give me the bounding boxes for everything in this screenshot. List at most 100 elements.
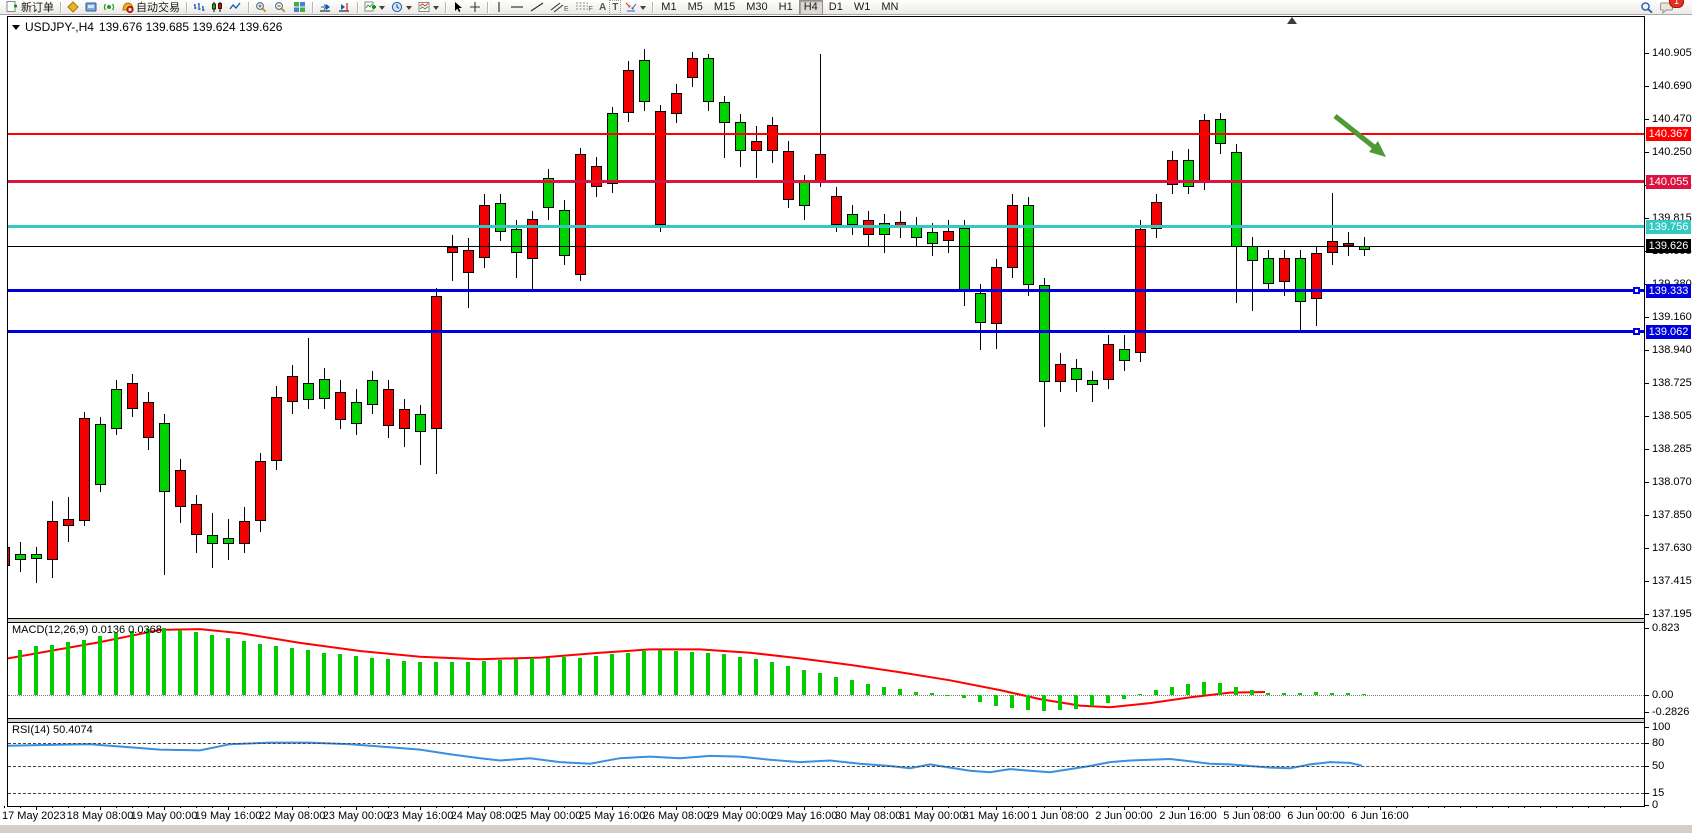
horizontal-line-button[interactable] [507, 0, 527, 15]
time-minor-tick [516, 806, 517, 808]
crosshair-button[interactable] [466, 0, 484, 15]
zoom-in-button[interactable] [252, 0, 271, 15]
time-minor-tick [1556, 806, 1557, 808]
time-minor-tick [212, 806, 213, 808]
time-tick-label: 19 May 00:00 [131, 810, 198, 822]
macd-tick-label: 0.00 [1652, 689, 1673, 701]
candlestick-button[interactable] [208, 0, 226, 15]
indicators-button[interactable] [361, 0, 388, 15]
time-minor-tick [1300, 806, 1301, 808]
macd-bar [162, 628, 166, 695]
timeframe-button-h1[interactable]: H1 [774, 0, 798, 15]
symbol-timeframe-label: USDJPY-,H4 [25, 20, 94, 34]
channel-icon [550, 1, 564, 13]
time-minor-tick [1076, 806, 1077, 808]
time-minor-tick [1492, 806, 1493, 808]
timeframe-button-m30[interactable]: M30 [741, 0, 772, 15]
time-minor-tick [564, 806, 565, 808]
macd-bar [274, 646, 278, 695]
timeframe-button-m5[interactable]: M5 [683, 0, 708, 15]
trendline-button[interactable] [527, 0, 547, 15]
price-badge: 139.626 [1646, 239, 1691, 253]
time-minor-tick [948, 806, 949, 808]
time-minor-tick [1588, 806, 1589, 808]
macd-bar [978, 695, 982, 702]
time-minor-tick [532, 806, 533, 808]
objects-button[interactable] [64, 0, 82, 15]
equidistant-channel-button[interactable]: E [547, 0, 572, 15]
price-line[interactable] [8, 133, 1644, 135]
time-minor-tick [340, 806, 341, 808]
time-minor-tick [1396, 806, 1397, 808]
search-icon[interactable] [1640, 1, 1654, 14]
macd-bar [1362, 694, 1366, 695]
notifications-button[interactable]: 1 [1660, 1, 1684, 14]
symbol-expander-icon[interactable] [12, 25, 20, 34]
time-tick-label: 29 May 16:00 [771, 810, 838, 822]
macd-bar [1026, 695, 1030, 710]
terminal-button[interactable] [82, 0, 100, 15]
tile-windows-icon [293, 1, 306, 13]
price-line[interactable] [8, 225, 1644, 228]
macd-tick-label: 0.823 [1652, 622, 1680, 634]
time-minor-tick [1460, 806, 1461, 808]
time-minor-tick [500, 806, 501, 808]
rsi-tick [1644, 766, 1649, 767]
time-tick-label: 25 May 16:00 [579, 810, 646, 822]
text-tool-button[interactable]: A [596, 0, 609, 15]
price-tick [1644, 53, 1649, 54]
price-line[interactable] [8, 180, 1644, 183]
timeframe-button-w1[interactable]: W1 [849, 0, 876, 15]
time-tick-label: 26 May 08:00 [643, 810, 710, 822]
zoom-out-button[interactable] [271, 0, 290, 15]
line-chart-button[interactable] [226, 0, 245, 15]
macd-bar [450, 662, 454, 695]
time-minor-tick [1620, 806, 1621, 808]
cursor-button[interactable] [449, 0, 466, 15]
new-order-button[interactable]: 新订单 [3, 0, 57, 15]
bar-chart-button[interactable] [190, 0, 208, 15]
timeframe-button-m1[interactable]: M1 [656, 0, 681, 15]
text-label-tool-button[interactable]: T [609, 0, 621, 15]
signals-button[interactable] [100, 0, 118, 15]
rsi-tick-label: 100 [1652, 721, 1670, 733]
price-tick-label: 138.940 [1652, 344, 1692, 356]
arrows-tool-button[interactable] [621, 0, 649, 15]
timeframe-button-d1[interactable]: D1 [824, 0, 848, 15]
fibonacci-button[interactable]: F [572, 0, 596, 15]
periods-button[interactable] [388, 0, 415, 15]
macd-bar [402, 661, 406, 695]
templates-button[interactable] [415, 0, 442, 15]
price-line[interactable] [8, 246, 1644, 247]
arrows-icon [624, 1, 638, 13]
chart-shift-button[interactable] [335, 0, 354, 15]
channel-label: E [564, 6, 569, 13]
price-tick [1644, 416, 1649, 417]
line-handle[interactable] [1633, 287, 1640, 294]
vertical-line-button[interactable] [491, 0, 507, 15]
macd-zero-line [8, 695, 1644, 696]
macd-bar [114, 633, 118, 695]
time-minor-tick [436, 806, 437, 808]
time-tick-label: 31 May 16:00 [963, 810, 1030, 822]
timeframe-button-mn[interactable]: MN [876, 0, 903, 15]
price-line[interactable] [8, 289, 1644, 292]
timeframe-button-h4[interactable]: H4 [799, 0, 823, 15]
macd-bar [882, 687, 886, 695]
price-tick [1644, 548, 1649, 549]
macd-tick [1644, 695, 1649, 696]
auto-trade-label: 自动交易 [136, 0, 180, 15]
time-minor-tick [724, 806, 725, 808]
timeframe-button-m15[interactable]: M15 [709, 0, 740, 15]
price-line[interactable] [8, 330, 1644, 333]
macd-bar [66, 642, 70, 695]
rsi-level-line [8, 793, 1644, 794]
time-minor-tick [468, 806, 469, 808]
auto-scroll-button[interactable] [316, 0, 335, 15]
auto-trade-button[interactable]: 自动交易 [118, 0, 183, 15]
time-minor-tick [708, 806, 709, 808]
time-minor-tick [788, 806, 789, 808]
price-tick-label: 138.285 [1652, 443, 1692, 455]
tile-windows-button[interactable] [290, 0, 309, 15]
line-handle[interactable] [1633, 328, 1640, 335]
